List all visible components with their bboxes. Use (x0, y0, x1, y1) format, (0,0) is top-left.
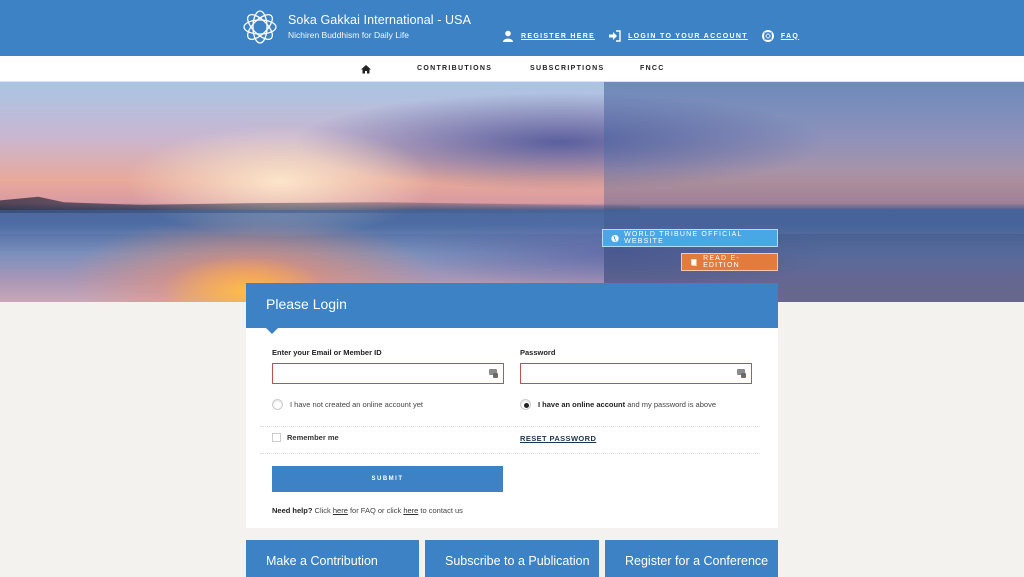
nav-fncc[interactable]: FNCC (640, 65, 665, 72)
remember-me-checkbox[interactable] (272, 433, 281, 442)
login-account-label: Login to Your Account (628, 32, 748, 40)
read-e-edition-label: Read E-Edition (703, 255, 740, 269)
login-card-header: Please Login (246, 283, 778, 328)
brand[interactable]: Soka Gakkai International - USA Nichiren… (242, 9, 471, 45)
radio-no-account-label: I have not created an online account yet (290, 400, 424, 409)
world-tribune-label: World Tribune Official Website (624, 231, 743, 245)
user-icon (503, 30, 513, 42)
faq-label: FAQ (780, 32, 800, 40)
main-nav: Contributions Subscriptions FNCC (0, 56, 1024, 82)
login-card: Please Login Enter your Email or Member … (246, 283, 778, 528)
password-field[interactable] (520, 363, 752, 384)
help-text: Need help? Click here for FAQ or click h… (272, 506, 463, 515)
sgi-logo-icon (243, 10, 277, 44)
login-account-link[interactable]: Login to Your Account (609, 30, 748, 42)
book-icon (691, 258, 697, 266)
help-text-part: Click (312, 506, 333, 515)
remember-me[interactable]: Remember me (272, 433, 339, 442)
autofill-key-icon[interactable] (737, 369, 746, 378)
register-here-label: Register Here (521, 32, 596, 40)
help-bold: Need help? (272, 506, 313, 515)
header-notch (266, 328, 278, 334)
autofill-key-icon[interactable] (489, 369, 498, 378)
nav-contributions[interactable]: Contributions (417, 65, 492, 72)
subscribe-publication-tile[interactable]: Subscribe to a Publication (425, 540, 599, 577)
home-icon[interactable] (361, 64, 371, 74)
read-e-edition-button[interactable]: Read E-Edition (681, 253, 778, 271)
help-text-part: to contact us (418, 506, 463, 515)
sign-in-icon (609, 30, 621, 42)
contact-here-link[interactable]: here (403, 506, 418, 515)
site-title: Soka Gakkai International - USA (288, 12, 472, 27)
hero-sky-overlay (604, 82, 1024, 302)
globe-icon (611, 234, 619, 242)
radio-has-account-button[interactable] (520, 399, 531, 410)
make-contribution-tile[interactable]: Make a Contribution (246, 540, 419, 577)
login-title: Please Login (266, 296, 347, 312)
email-label: Enter your Email or Member ID (272, 348, 382, 357)
world-tribune-button[interactable]: World Tribune Official Website (602, 229, 778, 247)
hero-banner (0, 82, 1024, 302)
nav-subscriptions[interactable]: Subscriptions (530, 65, 604, 72)
faq-link[interactable]: FAQ (761, 30, 800, 42)
radio-no-account[interactable]: I have not created an online account yet (272, 399, 423, 410)
register-conference-tile[interactable]: Register for a Conference (605, 540, 778, 577)
radio-no-account-button[interactable] (272, 399, 283, 410)
top-header: Soka Gakkai International - USA Nichiren… (0, 0, 1024, 56)
top-links: Register Here Login to Your Account FAQ (502, 30, 813, 42)
remember-me-label: Remember me (287, 433, 339, 442)
life-ring-icon (761, 30, 774, 42)
divider (260, 453, 760, 454)
email-field[interactable] (272, 363, 504, 384)
radio-has-account-label-rest: and my password is above (625, 400, 716, 409)
faq-here-link[interactable]: here (333, 506, 348, 515)
reset-password-link[interactable]: RESET PASSWORD (520, 434, 596, 443)
divider (260, 426, 760, 427)
site-tagline: Nichiren Buddhism for Daily Life (288, 29, 409, 40)
register-here-link[interactable]: Register Here (502, 30, 595, 42)
radio-has-account[interactable]: I have an online account and my password… (520, 399, 716, 410)
password-label: Password (520, 348, 556, 357)
help-text-part: for FAQ or click (347, 506, 404, 515)
hero-water (0, 210, 1024, 234)
submit-button[interactable]: Submit (272, 466, 503, 492)
radio-has-account-label-bold: I have an online account (538, 400, 626, 409)
